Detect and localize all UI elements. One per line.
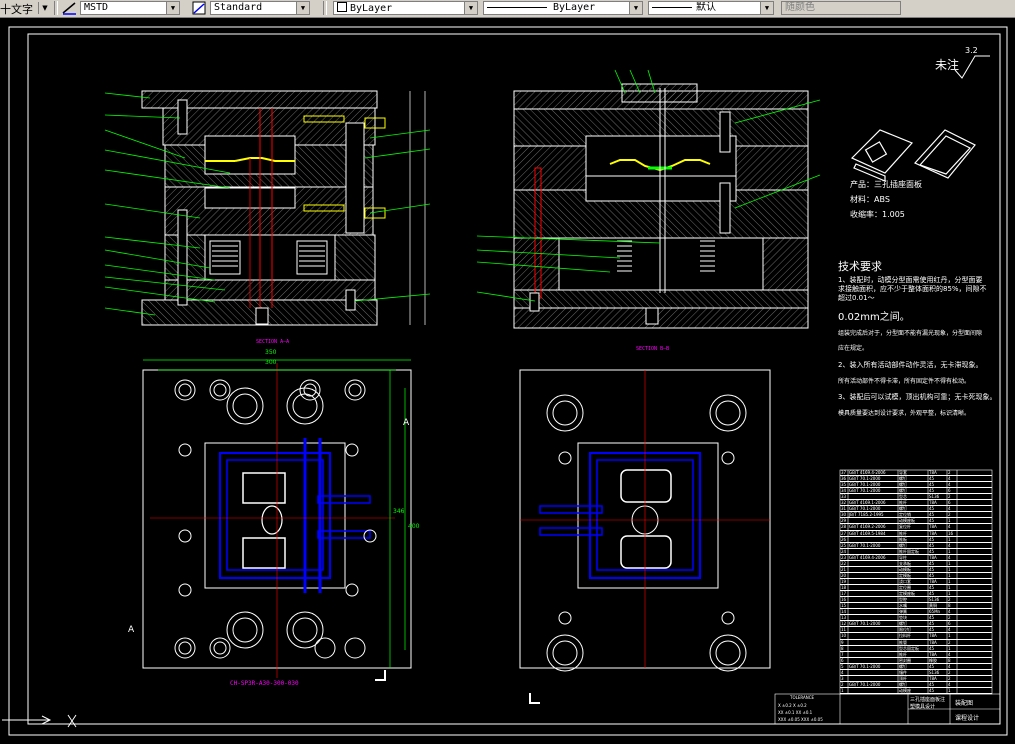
title-block-drawing-type: 装配图 [955,700,974,707]
product-name: 产品：三孔插座面板 [850,180,922,189]
tech-requirement-line: 2、装入所有活动部件动作灵活，无卡滞现象。 [838,361,983,369]
shrinkage-label: 收缩率：1.005 [850,210,905,219]
table-style-icon[interactable] [192,1,207,15]
lineweight-select[interactable]: 默认 ▼ [648,1,774,15]
lineweight-sample-icon [652,6,692,8]
tech-requirement-line: 所有活动部件不得卡滞，所有固定件不得有松动。 [838,378,971,385]
section-mark-a: A [128,625,135,635]
section-b-label: SECTION B—B [636,346,669,352]
drawing-canvas[interactable]: SECTION A—A SECTION B—B CH-SP3R-A30-300-… [0,18,1015,744]
properties-toolbar: 十文字 ▼ MSTD ▼ Standard ▼ ByLayer ▼ ByLaye… [0,0,1015,18]
text-style-label: 十文字 [0,3,33,16]
tolerance-row: X ±0.2 X ±0.2 [778,703,807,708]
dim-style-select[interactable]: MSTD ▼ [80,1,180,15]
plotstyle-select: 随颜色 [781,1,901,15]
tolerance-row: XX ±0.1 XX ±0.1 [778,710,813,715]
roughness-label: 未注 [935,58,960,72]
bom-cell: 1 [841,687,844,693]
chevron-down-icon[interactable]: ▼ [296,2,309,14]
dimension-height-outer: 400 [408,523,420,530]
chevron-down-icon[interactable]: ▼ [629,2,642,14]
table-style-value: Standard [214,2,263,13]
tech-requirement-line: 模具质量要达到设计要求，外观平整，标识清晰。 [838,410,971,417]
ucs-icon [2,714,77,728]
section-b-view [513,83,809,329]
roughness-symbol [954,55,990,79]
dim-style-value: MSTD [84,2,109,13]
product-illustration [850,129,976,182]
table-style-select[interactable]: Standard ▼ [210,1,310,15]
chevron-down-icon[interactable]: ▼ [464,2,477,14]
section-a-view [141,90,426,326]
tech-requirements-title: 技术要求 [838,260,882,273]
tech-requirement-line: 3、装配后可以试模，顶出机构可靠；无卡死现象。 [838,393,997,401]
chevron-down-icon[interactable]: ▼ [760,2,773,14]
plan-right-holes [546,394,747,672]
chevron-down-icon[interactable]: ▼ [166,2,179,14]
dimension-width: 350 [265,349,277,356]
dimension-height: 346 [393,508,405,515]
layer-value: ByLayer [350,3,393,14]
linetype-sample-icon [487,6,547,8]
plan-view-left [142,363,412,678]
tolerance-header: TOLERANCE [790,695,815,700]
color-swatch-icon [337,2,347,12]
tech-requirement-line: 组装完成后对于，分型面不能有漏光现象，分型面间隙 [838,330,983,337]
dimension-width-inner: 300 [265,359,277,366]
tech-requirement-line: 1、装配时，动模分型面需使用红丹，分型面要求接触面积，应不少于整体面积的85%，… [838,276,987,302]
linetype-value: ByLayer [553,2,596,13]
plan-view-right [519,369,771,669]
tech-requirement-line: 0.02mm之间。 [838,312,910,323]
material-label: 材料：ABS [850,195,890,204]
roughness-value: 3.2 [965,46,978,55]
section-mark-a: A [403,418,410,428]
bom-cell: 1 [948,687,951,693]
text-style-dropdown-icon[interactable]: ▼ [38,2,51,14]
layer-color-select[interactable]: ByLayer ▼ [333,1,478,15]
part-number-text: CH-SP3R-A30-300-030 [230,680,299,687]
dim-style-icon[interactable] [62,1,77,15]
tolerance-row: XXX ±0.05 XXX ±0.05 [778,717,823,722]
title-block-main-title: 三孔插座面板注塑模具设计 [910,697,946,710]
bom-row: 1 动模座 45 1 [840,688,992,694]
linetype-select[interactable]: ByLayer ▼ [483,1,643,15]
plotstyle-value: 随颜色 [785,2,815,13]
lineweight-value: 默认 [696,2,716,13]
bom-cell: 45 [929,687,935,693]
tech-requirement-line: 应在规定。 [838,345,869,352]
bom-cell: 动模座 [899,687,911,693]
section-a-label: SECTION A—A [256,339,289,345]
title-block-school: 课程设计 [955,715,980,722]
